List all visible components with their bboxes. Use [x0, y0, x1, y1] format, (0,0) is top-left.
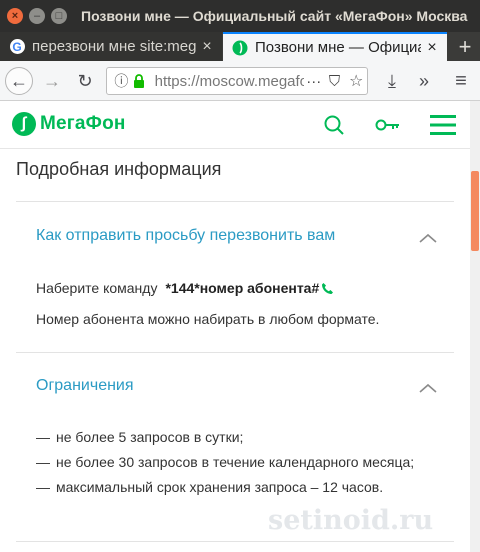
lock-icon[interactable] — [132, 74, 147, 88]
hamburger-menu-icon[interactable]: ≡ — [447, 67, 475, 95]
logo-text: МегаФон — [40, 113, 126, 134]
forward-button[interactable]: → — [38, 67, 66, 95]
navigation-toolbar: ← → ↻ ⓘ https://moscow.megafon.ru ··· ⛉ … — [0, 61, 480, 101]
command-line: Наберите команду *144*номер абонента# — [36, 280, 334, 296]
list-item: — максимальный срок хранения запроса – 12… — [36, 479, 384, 495]
megafon-logo-icon: ∫ — [12, 112, 36, 136]
reload-button[interactable]: ↻ — [71, 67, 99, 95]
url-text[interactable]: https://moscow.megafon.ru — [155, 73, 304, 90]
megafon-logo[interactable]: ∫ МегаФон — [12, 112, 126, 136]
scrollbar-thumb[interactable] — [471, 171, 479, 251]
divider — [16, 541, 454, 542]
phone-icon[interactable] — [321, 282, 334, 295]
window-title: Позвони мне — Официальный сайт «МегаФон»… — [81, 8, 468, 24]
divider — [16, 352, 454, 353]
tab-google-search[interactable]: G перезвони мне site:megafon.ru × — [0, 32, 222, 61]
window-minimize-button[interactable]: – — [29, 8, 45, 24]
accordion-restrictions-title[interactable]: Ограничения — [36, 377, 134, 395]
megafon-favicon-icon — [232, 40, 248, 56]
site-info-icon[interactable]: ⓘ — [113, 71, 130, 91]
watermark: setinoid.ru — [268, 505, 434, 536]
pocket-icon[interactable]: ⛉ — [324, 73, 346, 90]
list-item: — не более 5 запросов в сутки; — [36, 429, 244, 445]
restrictions-list: — не более 5 запросов в сутки; — не более … — [36, 427, 436, 502]
divider — [16, 201, 454, 202]
url-bar[interactable]: ⓘ https://moscow.megafon.ru ··· ⛉ ☆ — [106, 67, 368, 95]
number-format-note: Номер абонента можно набирать в любом фо… — [36, 311, 380, 327]
list-item: — не более 30 запросов в течение календар… — [36, 454, 415, 470]
chevron-up-icon[interactable] — [418, 381, 438, 395]
download-icon[interactable]: ⤓ — [378, 67, 406, 95]
ussd-command: *144*номер абонента# — [165, 280, 320, 296]
tab-close-button[interactable]: × — [196, 38, 218, 56]
scrollbar-track[interactable] — [470, 101, 480, 552]
bookmark-star-icon[interactable]: ☆ — [345, 71, 367, 91]
new-tab-button[interactable]: + — [450, 32, 480, 61]
tab-label: перезвони мне site:megafon.ru — [32, 38, 196, 55]
section-title: Подробная информация — [16, 159, 222, 179]
tab-close-button[interactable]: × — [421, 39, 443, 57]
window-maximize-button[interactable]: □ — [51, 8, 67, 24]
page-actions-icon[interactable]: ··· — [304, 73, 324, 90]
site-menu-icon[interactable] — [428, 111, 458, 139]
window-close-button[interactable]: × — [7, 8, 23, 24]
tab-megafon-active[interactable]: Позвони мне — Официальный сайт «МегаФон»… — [223, 32, 447, 61]
overflow-chevron-icon[interactable]: » — [410, 67, 438, 95]
back-button[interactable]: ← — [5, 67, 33, 95]
page-content: ∫ МегаФон Подробная информация Как отпра… — [0, 101, 470, 552]
site-header: ∫ МегаФон — [0, 101, 470, 149]
key-login-icon[interactable] — [374, 111, 402, 139]
chevron-up-icon[interactable] — [418, 231, 438, 245]
tab-strip: G перезвони мне site:megafon.ru × Позвон… — [0, 32, 480, 61]
google-favicon-icon: G — [9, 39, 25, 55]
accordion-callback-request-title[interactable]: Как отправить просьбу перезвонить вам — [36, 227, 335, 245]
tab-label: Позвони мне — Официальный сайт «МегаФон» — [255, 39, 421, 56]
search-icon[interactable] — [320, 111, 348, 139]
window-titlebar: × – □ Позвони мне — Официальный сайт «Ме… — [0, 0, 480, 32]
command-prefix: Наберите команду — [36, 280, 158, 296]
